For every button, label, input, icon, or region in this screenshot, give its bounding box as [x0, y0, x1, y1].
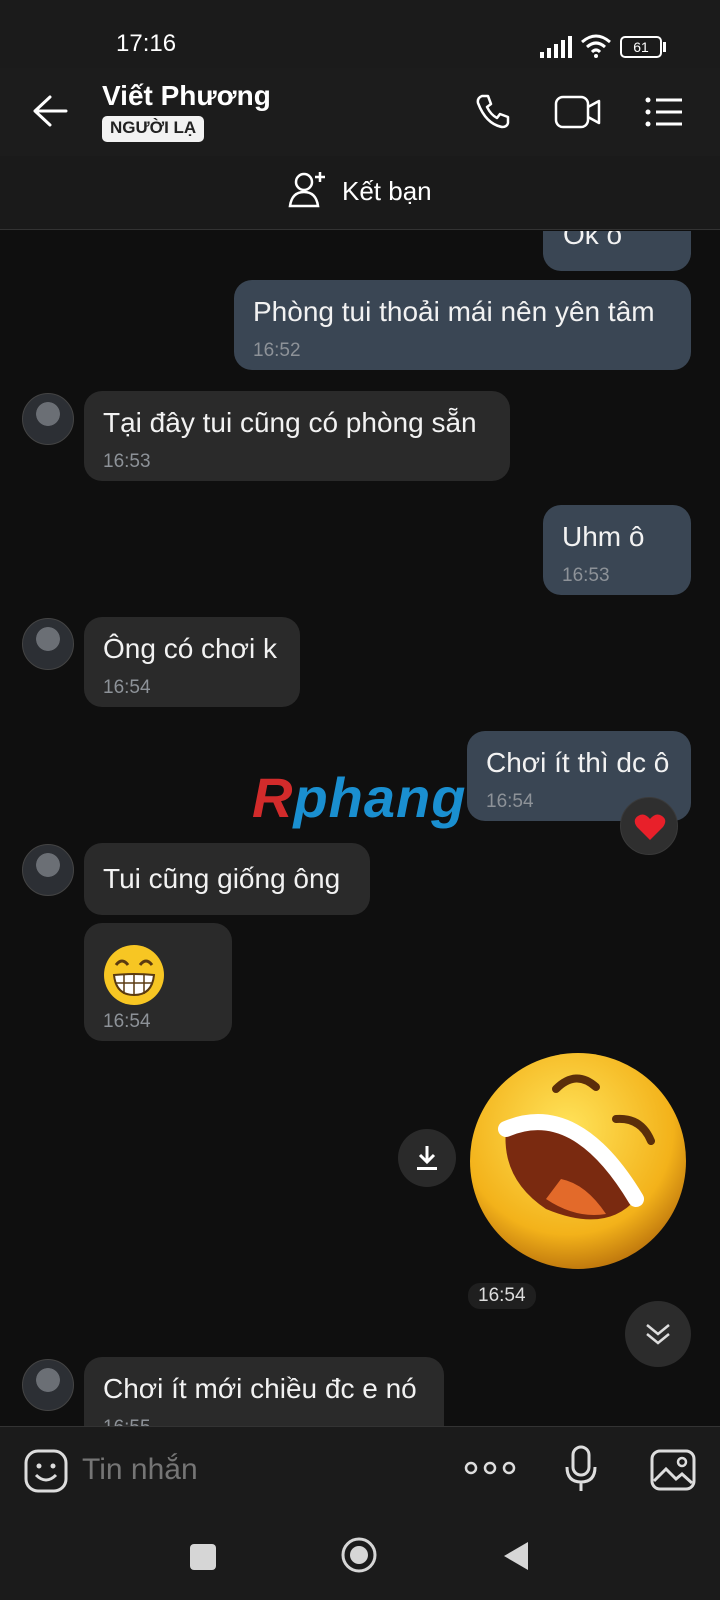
add-friend-label: Kết bạn — [342, 176, 432, 206]
chat-header: Viết Phương NGƯỜI LẠ — [0, 68, 720, 156]
watermark-text: phang — [293, 766, 467, 829]
double-chevron-down-icon — [646, 1324, 670, 1345]
wifi-icon — [581, 34, 611, 58]
message-list[interactable]: Ok ô Phòng tui thoải mái nên yên tâm 16:… — [0, 231, 720, 1426]
contact-name[interactable]: Viết Phương — [102, 80, 271, 112]
message-text: Tui cũng giống ông — [103, 863, 341, 894]
message-text: Phòng tui thoải mái nên yên tâm — [253, 296, 655, 327]
battery-tip — [663, 42, 666, 52]
download-icon — [417, 1146, 437, 1170]
message-time: 16:54 — [103, 677, 151, 698]
avatar[interactable] — [22, 393, 74, 445]
heart-icon — [634, 814, 666, 840]
avatar[interactable] — [22, 844, 74, 896]
message-composer — [0, 1426, 720, 1510]
watermark-logo: Rphang — [252, 765, 466, 830]
scroll-to-bottom-button[interactable] — [625, 1301, 691, 1367]
message-bubble-outgoing[interactable]: Uhm ô 16:53 — [543, 505, 691, 595]
laughing-sticker-icon[interactable] — [466, 1049, 690, 1273]
battery-icon: 61 — [620, 36, 662, 58]
system-nav-bar — [0, 1510, 720, 1600]
sticker-time: 16:54 — [468, 1283, 536, 1309]
add-friend-bar[interactable]: Kết bạn — [0, 156, 720, 230]
more-options-icon[interactable] — [464, 1461, 516, 1475]
video-call-icon[interactable] — [554, 95, 602, 129]
grin-emoji-icon — [104, 945, 164, 1005]
menu-list-icon[interactable] — [644, 96, 684, 128]
message-time: 16:53 — [562, 565, 610, 586]
message-bubble-incoming[interactable]: Ông có chơi k 16:54 — [84, 617, 300, 707]
add-friend-icon — [288, 172, 325, 208]
message-time: 16:52 — [253, 340, 301, 361]
stranger-badge: NGƯỜI LẠ — [102, 116, 205, 142]
phone-icon[interactable] — [474, 93, 510, 129]
message-text: Uhm ô — [562, 521, 645, 552]
message-text: Chơi ít mới chiều đc e nó — [103, 1373, 417, 1404]
message-text: Chơi ít thì dc ô — [486, 747, 670, 778]
status-bar: 17:16 61 — [0, 0, 720, 68]
message-time: 16:55 — [103, 1417, 151, 1426]
avatar[interactable] — [22, 1359, 74, 1411]
avatar[interactable] — [22, 618, 74, 670]
message-bubble-incoming[interactable]: 16:54 — [84, 923, 232, 1041]
message-text: Ông có chơi k — [103, 633, 277, 664]
message-time: 16:53 — [103, 451, 151, 472]
message-bubble-outgoing[interactable]: Ok ô — [543, 231, 691, 271]
message-time: 16:54 — [486, 791, 534, 812]
download-button[interactable] — [398, 1129, 456, 1187]
watermark-letter: R — [252, 766, 294, 829]
message-text: Tại đây tui cũng có phòng sẵn — [103, 407, 477, 438]
status-time: 17:16 — [116, 30, 177, 57]
back-button[interactable] — [502, 1540, 530, 1572]
home-button[interactable] — [340, 1536, 378, 1574]
message-bubble-incoming[interactable]: Chơi ít mới chiều đc e nó 16:55 — [84, 1357, 444, 1426]
message-bubble-outgoing[interactable]: Phòng tui thoải mái nên yên tâm 16:52 — [234, 280, 691, 370]
microphone-icon[interactable] — [564, 1445, 598, 1493]
signal-icon — [540, 36, 572, 58]
message-bubble-incoming[interactable]: Tại đây tui cũng có phòng sẵn 16:53 — [84, 391, 510, 481]
sticker-icon[interactable] — [24, 1449, 68, 1493]
message-bubble-incoming[interactable]: Tui cũng giống ông — [84, 843, 370, 915]
image-gallery-icon[interactable] — [650, 1449, 696, 1491]
back-arrow-icon[interactable] — [32, 94, 68, 128]
message-time: 16:54 — [103, 1011, 151, 1032]
recents-button[interactable] — [190, 1544, 216, 1570]
message-input[interactable] — [82, 1447, 422, 1493]
message-text: Ok ô — [563, 231, 623, 250]
reaction-badge[interactable] — [620, 797, 678, 855]
